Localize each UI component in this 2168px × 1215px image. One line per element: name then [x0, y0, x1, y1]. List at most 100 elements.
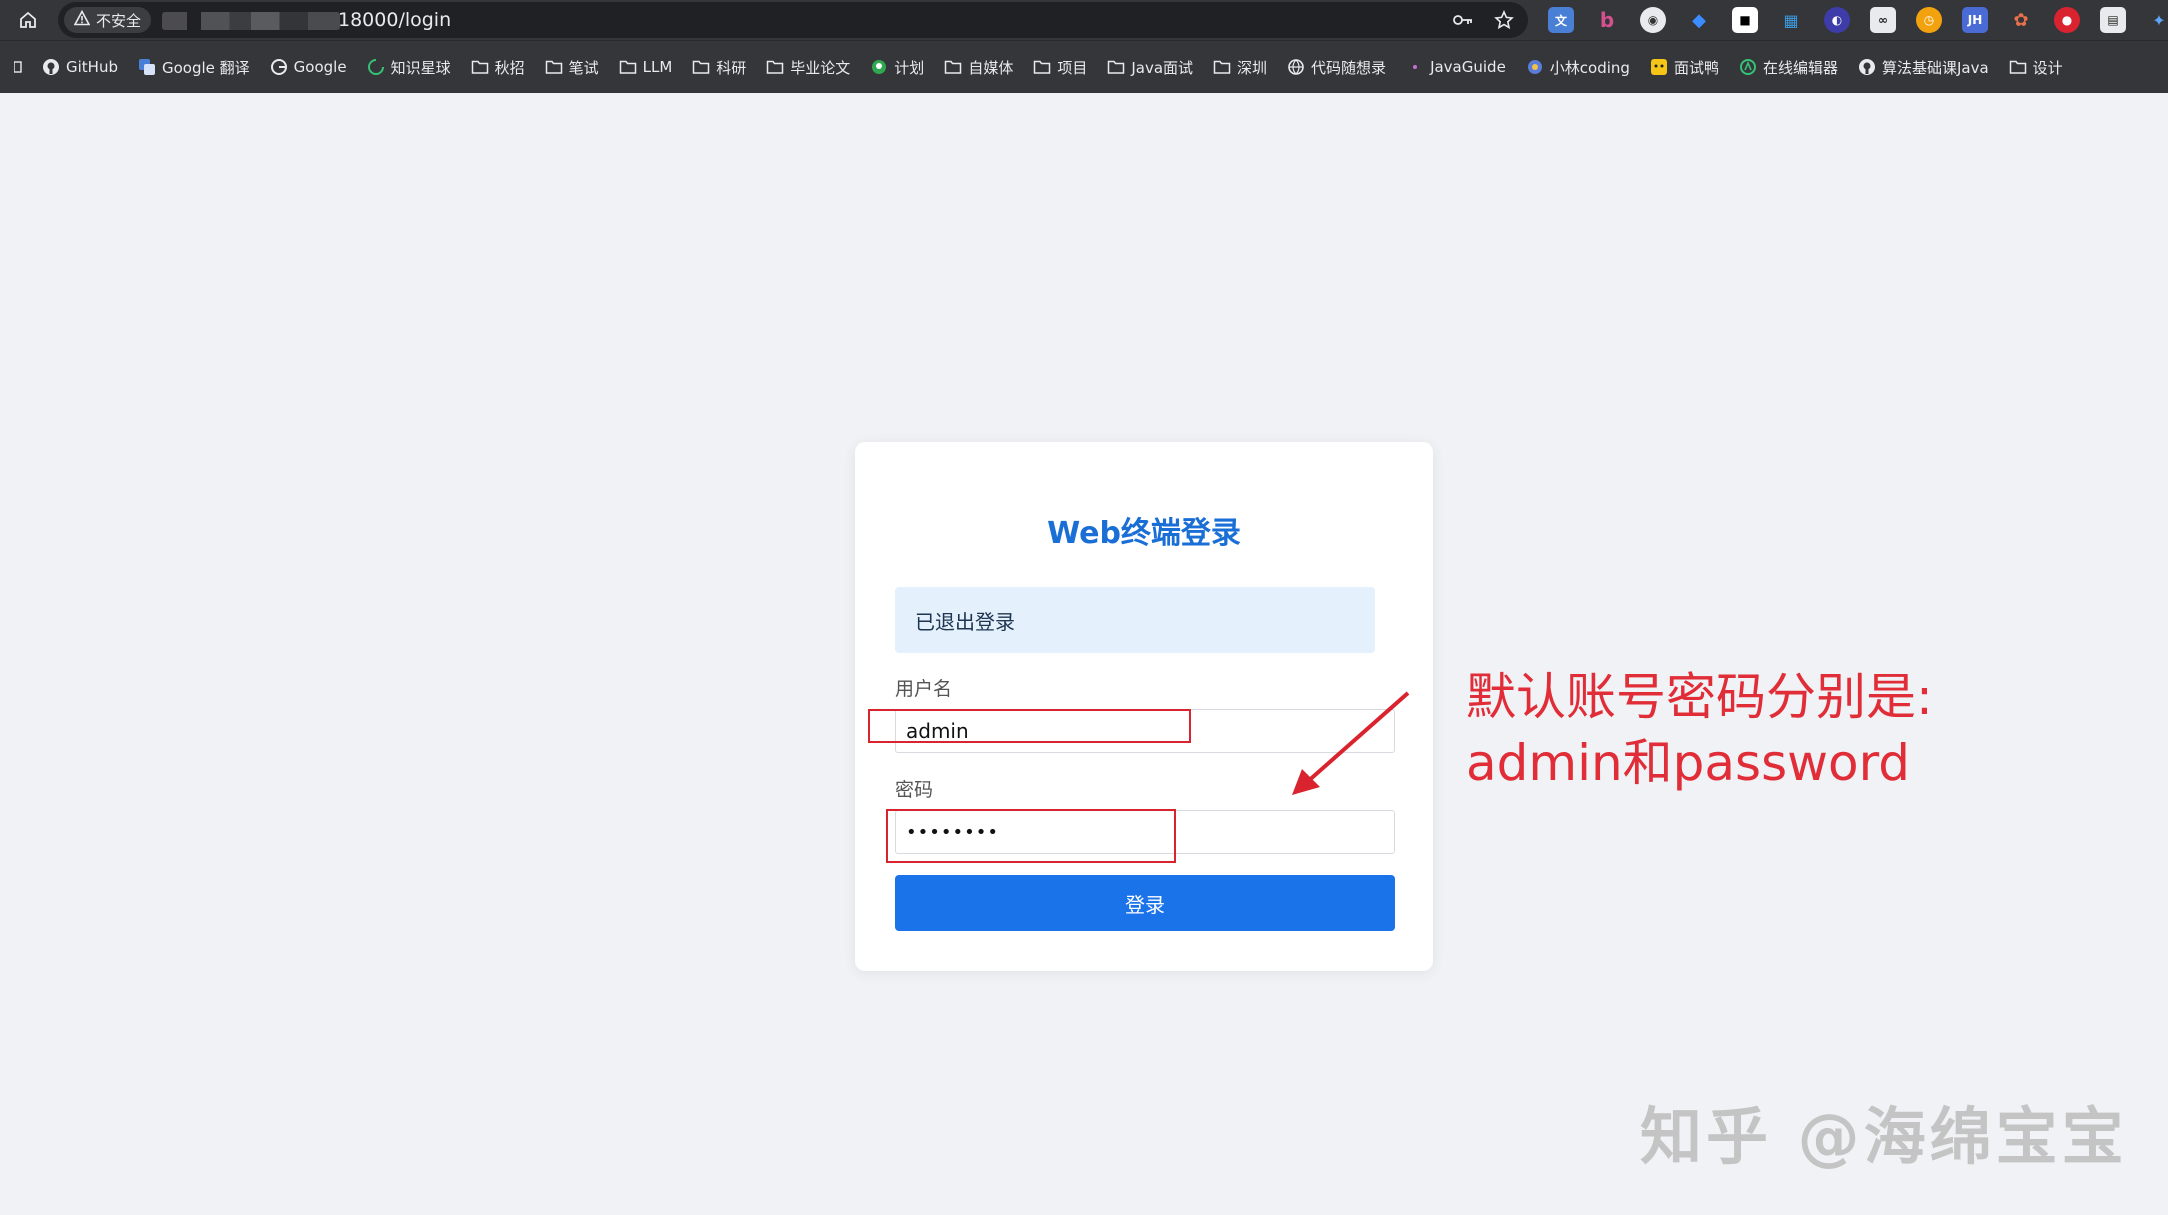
logout-alert: 已退出登录 — [895, 587, 1375, 653]
bookmark-label: 小林coding — [1549, 58, 1630, 77]
bookmarks-bar: GitHub Google 翻译 Google 知识星球 秋招 笔试 LLM 科研 毕业论文 计划… — [0, 40, 2168, 93]
username-highlight-box — [868, 709, 1191, 743]
notion-ext-icon[interactable]: ■ — [1732, 7, 1758, 33]
bookmark-item[interactable]: 科研 — [682, 57, 756, 78]
bookmark-label: GitHub — [66, 58, 118, 76]
login-title: Web终端登录 — [1047, 516, 1241, 551]
warning-icon — [73, 9, 91, 30]
bookmark-label: LLM — [642, 58, 673, 76]
editor-icon — [1739, 58, 1757, 76]
duck-icon — [1650, 58, 1668, 76]
folder-icon — [2009, 58, 2027, 76]
globe-icon — [1287, 58, 1305, 76]
bookmark-overflow[interactable] — [0, 58, 32, 76]
bookmark-item[interactable]: LLM — [609, 58, 683, 76]
password-highlight-box — [886, 809, 1176, 863]
address-bar[interactable]: 不安全 18000/login — [58, 2, 1528, 38]
folder-icon — [1213, 58, 1231, 76]
drop-ext-icon[interactable]: ● — [2054, 7, 2080, 33]
key-icon[interactable] — [1452, 10, 1474, 34]
bookmark-label: 自媒体 — [968, 58, 1014, 77]
bookmark-item[interactable]: 毕业论文 — [756, 57, 860, 78]
bookmark-label: 秋招 — [494, 58, 525, 77]
flower-ext-icon[interactable]: ✿ — [2008, 7, 2034, 33]
bing-ext-icon[interactable]: b — [1594, 7, 1620, 33]
bookmark-item[interactable]: 深圳 — [1203, 57, 1277, 78]
url-text: 18000/login — [338, 9, 452, 31]
annotation-line-1: 默认账号密码分别是: — [1466, 668, 1933, 726]
folder-icon — [1033, 58, 1051, 76]
bookmark-label: 科研 — [716, 58, 747, 77]
moon-ext-icon[interactable]: ◐ — [1824, 7, 1850, 33]
green-dot-icon — [870, 58, 888, 76]
bookmark-label: 在线编辑器 — [1762, 58, 1838, 77]
glasses-ext-icon[interactable]: ∞ — [1870, 7, 1896, 33]
extensions-row: 文 b ◉ ◆ ■ ▦ ◐ ∞ ◷ JH ✿ ● ▤ ✦ — [1548, 7, 2168, 33]
bookmark-label: Google — [293, 58, 347, 76]
bookmark-item[interactable]: Google — [260, 58, 357, 76]
clock-ext-icon[interactable]: ◷ — [1916, 7, 1942, 33]
security-chip[interactable]: 不安全 — [64, 7, 152, 33]
star-icon[interactable] — [1494, 10, 1514, 34]
grid-ext-icon[interactable]: ▦ — [1778, 7, 1804, 33]
bookmark-item[interactable]: JavaGuide — [1396, 58, 1516, 76]
jh-ext-icon[interactable]: JH — [1962, 7, 1988, 33]
bookmark-item[interactable]: 面试鸭 — [1640, 57, 1729, 78]
folder-icon — [1107, 58, 1125, 76]
bookmark-label: 知识星球 — [390, 58, 451, 77]
bookmark-item[interactable]: 笔试 — [535, 57, 609, 78]
bookmark-label: 代码随想录 — [1311, 58, 1387, 77]
security-label: 不安全 — [96, 11, 142, 30]
bookmark-item[interactable]: 算法基础课Java — [1848, 57, 1999, 78]
bookmark-label: 项目 — [1057, 58, 1088, 77]
bookmark-item[interactable]: 代码随想录 — [1277, 57, 1396, 78]
bookmark-item[interactable]: 自媒体 — [934, 57, 1023, 78]
bookmark-label: 深圳 — [1237, 58, 1268, 77]
bookmark-item[interactable]: GitHub — [32, 58, 128, 76]
login-button[interactable]: 登录 — [895, 875, 1395, 931]
bookmark-label: 笔试 — [568, 58, 599, 77]
site-icon — [1526, 58, 1544, 76]
shield-ext-icon[interactable]: ◆ — [1686, 7, 1712, 33]
username-label: 用户名 — [895, 678, 953, 700]
planet-icon — [367, 58, 385, 76]
bookmark-label: 设计 — [2032, 58, 2063, 77]
bookmark-item[interactable]: 小林coding — [1516, 57, 1640, 78]
puzzle-ext-icon[interactable]: ✦ — [2146, 7, 2168, 33]
home-icon[interactable] — [14, 6, 42, 34]
bookmark-item[interactable]: 项目 — [1023, 57, 1097, 78]
folder-icon — [944, 58, 962, 76]
github-icon — [1858, 58, 1876, 76]
bookmark-item[interactable]: Google 翻译 — [128, 57, 260, 78]
avatar-ext-icon[interactable]: ◉ — [1640, 7, 1666, 33]
bookmark-label: 毕业论文 — [790, 58, 851, 77]
browser-toolbar: 不安全 18000/login 文 b ◉ ◆ ■ ▦ ◐ ∞ ◷ JH ✿ ●… — [0, 0, 2168, 40]
bookmark-label: Google 翻译 — [161, 58, 250, 77]
bookmark-partial-icon — [10, 58, 28, 76]
annotation-line-2: admin和password — [1466, 734, 1911, 792]
bookmark-item[interactable]: 设计 — [1999, 57, 2073, 78]
bookmark-item[interactable]: 秋招 — [461, 57, 535, 78]
bookmark-item[interactable]: 在线编辑器 — [1729, 57, 1848, 78]
bookmark-item[interactable]: Java面试 — [1097, 57, 1203, 78]
bookmark-label: 面试鸭 — [1673, 58, 1719, 77]
dot-icon — [1406, 58, 1424, 76]
bookmark-label: 算法基础课Java — [1881, 58, 1989, 77]
folder-icon — [692, 58, 710, 76]
bookmark-item[interactable]: 知识星球 — [357, 57, 461, 78]
watermark: 知乎 @海绵宝宝 — [1640, 1100, 2128, 1173]
bookmark-label: Java面试 — [1131, 58, 1194, 77]
bookmark-item[interactable]: 计划 — [860, 57, 934, 78]
translate-icon — [138, 58, 156, 76]
blurred-host — [162, 12, 340, 30]
password-label: 密码 — [895, 779, 934, 801]
annotation-arrow-icon — [1292, 691, 1410, 795]
bookmark-label: 计划 — [894, 58, 925, 77]
translate-ext-icon[interactable]: 文 — [1548, 7, 1574, 33]
reader-ext-icon[interactable]: ▤ — [2100, 7, 2126, 33]
google-icon — [270, 58, 288, 76]
folder-icon — [545, 58, 563, 76]
folder-icon — [471, 58, 489, 76]
annotation-note: 默认账号密码分别是: admin和password — [1466, 664, 2026, 796]
folder-icon — [766, 58, 784, 76]
